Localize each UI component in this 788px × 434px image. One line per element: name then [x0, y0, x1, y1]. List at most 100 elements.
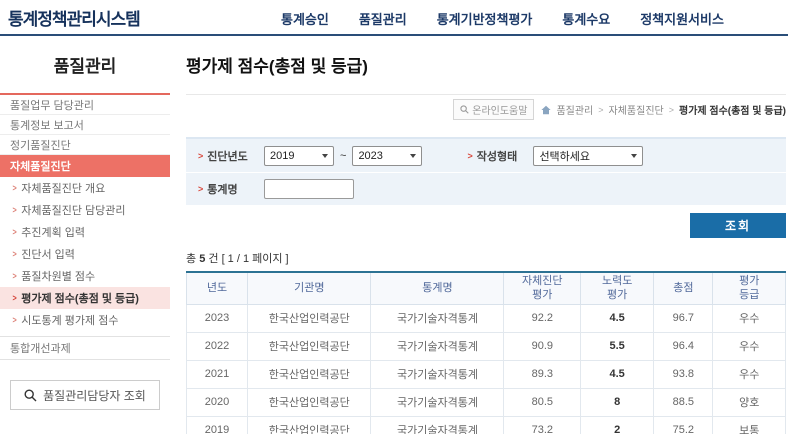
sidebar-item-self-diagnosis-manager[interactable]: > 자체품질진단 담당관리: [0, 199, 170, 221]
cell-year: 2022: [187, 332, 248, 360]
nav-item-quality-mgmt[interactable]: 품질관리: [359, 9, 407, 28]
cell-stat-name: 국가기술자격통계: [371, 416, 504, 434]
cell-total-score: 75.2: [654, 416, 713, 434]
breadcrumb-item[interactable]: 자체품질진단: [609, 102, 664, 117]
cell-total-score: 96.4: [654, 332, 713, 360]
breadcrumb-item[interactable]: 품질관리: [556, 102, 593, 117]
cell-grade: 우수: [713, 332, 786, 360]
cell-org: 한국산업인력공단: [248, 388, 371, 416]
table-row[interactable]: 2019 한국산업인력공단 국가기술자격통계 73.2 2 75.2 보통: [187, 416, 786, 434]
sidebar-menu: 품질업무 담당관리 통계정보 보고서 정기품질진단 자체품질진단 > 자체품질진…: [0, 93, 170, 360]
diagnosis-year-label: > 진단년도: [198, 148, 264, 164]
year-from-select[interactable]: 2019: [264, 146, 334, 166]
table-row[interactable]: 2021 한국산업인력공단 국가기술자격통계 89.3 4.5 93.8 우수: [187, 360, 786, 388]
search-icon: [460, 105, 469, 114]
search-icon: [24, 389, 37, 402]
sidebar-item-regional-eval-score[interactable]: > 시도통계 평가제 점수: [0, 309, 170, 331]
label-arrow-icon: >: [198, 184, 203, 194]
sidebar-item-diagnosis-sheet-input[interactable]: > 진단서 입력: [0, 243, 170, 265]
sidebar-item-label: 자체품질진단 개요: [21, 180, 105, 196]
result-count: 5: [199, 253, 205, 265]
chevron-down-icon: [410, 154, 416, 158]
quality-manager-search-label: 품질관리담당자 조회: [43, 387, 146, 404]
col-header-grade: 평가 등급: [713, 272, 786, 304]
year-to-value: 2023: [358, 150, 382, 162]
nav-item-policy-support[interactable]: 정책지원서비스: [640, 9, 724, 28]
nav-item-stat-approval[interactable]: 통계승인: [281, 9, 329, 28]
page-indicator: [ 1 / 1 페이지 ]: [222, 253, 289, 265]
col-header-stat-name: 통계명: [371, 272, 504, 304]
summary-prefix: 총: [186, 253, 196, 265]
filter-row-2: > 통계명: [186, 172, 786, 205]
cell-grade: 우수: [713, 360, 786, 388]
search-button[interactable]: 조회: [690, 213, 786, 238]
sidebar-item-plan-input[interactable]: > 추진계획 입력: [0, 221, 170, 243]
breadcrumb-separator: >: [669, 105, 674, 115]
table-row[interactable]: 2022 한국산업인력공단 국가기술자격통계 90.9 5.5 96.4 우수: [187, 332, 786, 360]
cell-org: 한국산업인력공단: [248, 304, 371, 332]
sidebar-item-dimension-score[interactable]: > 품질차원별 점수: [0, 265, 170, 287]
stat-name-label: > 통계명: [198, 181, 264, 197]
table-row[interactable]: 2023 한국산업인력공단 국가기술자격통계 92.2 4.5 96.7 우수: [187, 304, 786, 332]
chevron-right-icon: >: [13, 249, 17, 259]
home-icon: [541, 105, 551, 115]
online-help-label: 온라인도움말: [472, 102, 527, 117]
cell-effort-score: 8: [581, 388, 654, 416]
year-to-select[interactable]: 2023: [352, 146, 422, 166]
cell-effort-score: 5.5: [581, 332, 654, 360]
app-logo[interactable]: 통계정책관리시스템: [8, 5, 140, 30]
main-content: 평가제 점수(총점 및 등급) 온라인도움말 품질관리 > 자체품질진단 > 평…: [170, 38, 788, 434]
stat-name-input[interactable]: [264, 179, 354, 199]
sidebar: 품질관리 품질업무 담당관리 통계정보 보고서 정기품질진단 자체품질진단 > …: [0, 38, 170, 434]
app-header: 통계정책관리시스템 통계승인 품질관리 통계기반정책평가 통계수요 정책지원서비…: [0, 0, 788, 36]
quality-manager-search-button[interactable]: 품질관리담당자 조회: [10, 380, 160, 410]
cell-grade: 보통: [713, 416, 786, 434]
table-header-row: 년도 기관명 통계명 자체진단 평가 노력도 평가 총점 평가 등급: [187, 272, 786, 304]
breadcrumb-bar: 온라인도움말 품질관리 > 자체품질진단 > 평가제 점수(총점 및 등급): [186, 94, 786, 125]
cell-year: 2021: [187, 360, 248, 388]
sidebar-item-self-diagnosis-overview[interactable]: > 자체품질진단 개요: [0, 177, 170, 199]
chevron-down-icon: [322, 154, 328, 158]
sidebar-item-label: 추진계획 입력: [21, 224, 85, 240]
nav-item-stat-demand[interactable]: 통계수요: [562, 9, 610, 28]
sidebar-item-improvement-tasks[interactable]: 통합개선과제: [0, 336, 170, 360]
sidebar-item-label: 평가제 점수(총점 및 등급): [21, 290, 139, 306]
year-range-tilde: ~: [340, 150, 346, 162]
cell-stat-name: 국가기술자격통계: [371, 332, 504, 360]
sidebar-item-regular-diagnosis[interactable]: 정기품질진단: [0, 135, 170, 155]
col-header-org: 기관명: [248, 272, 371, 304]
summary-suffix: 건: [208, 253, 218, 265]
cell-grade: 양호: [713, 388, 786, 416]
sidebar-item-eval-score[interactable]: > 평가제 점수(총점 및 등급): [0, 287, 170, 309]
online-help-button[interactable]: 온라인도움말: [453, 99, 534, 120]
nav-item-policy-eval[interactable]: 통계기반정책평가: [437, 9, 533, 28]
sidebar-item-label: 자체품질진단 담당관리: [21, 202, 125, 218]
cell-total-score: 88.5: [654, 388, 713, 416]
search-filter-panel: > 진단년도 2019 ~ 2023 > 작성형태 선택하세요: [186, 137, 786, 205]
cell-effort-score: 4.5: [581, 360, 654, 388]
form-type-value: 선택하세요: [539, 148, 590, 164]
sidebar-item-stat-info-report[interactable]: 통계정보 보고서: [0, 115, 170, 135]
chevron-down-icon: [631, 154, 637, 158]
cell-self-score: 89.3: [504, 360, 581, 388]
sidebar-item-quality-duty-mgmt[interactable]: 품질업무 담당관리: [0, 95, 170, 115]
table-row[interactable]: 2020 한국산업인력공단 국가기술자격통계 80.5 8 88.5 양호: [187, 388, 786, 416]
sidebar-title: 품질관리: [0, 38, 170, 93]
form-type-select[interactable]: 선택하세요: [533, 146, 643, 166]
col-header-total: 총점: [654, 272, 713, 304]
label-text: 통계명: [207, 181, 237, 197]
cell-total-score: 93.8: [654, 360, 713, 388]
chevron-right-icon: >: [13, 315, 17, 325]
breadcrumb-current: 평가제 점수(총점 및 등급): [679, 102, 786, 117]
cell-org: 한국산업인력공단: [248, 416, 371, 434]
label-arrow-icon: >: [198, 151, 203, 161]
cell-self-score: 73.2: [504, 416, 581, 434]
cell-stat-name: 국가기술자격통계: [371, 388, 504, 416]
page-title: 평가제 점수(총점 및 등급): [186, 54, 786, 80]
sidebar-item-label: 진단서 입력: [21, 246, 75, 262]
cell-total-score: 96.7: [654, 304, 713, 332]
col-header-effort-eval: 노력도 평가: [581, 272, 654, 304]
results-table: 년도 기관명 통계명 자체진단 평가 노력도 평가 총점 평가 등급 2023 …: [186, 271, 786, 434]
sidebar-item-self-diagnosis[interactable]: 자체품질진단: [0, 155, 170, 177]
cell-self-score: 80.5: [504, 388, 581, 416]
